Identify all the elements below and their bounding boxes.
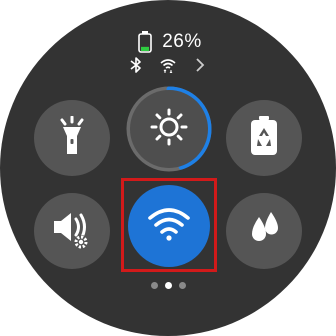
connectivity-row[interactable] — [0, 54, 336, 76]
sound-tile[interactable] — [34, 193, 110, 269]
power-saving-tile[interactable] — [226, 100, 302, 176]
watch-face: 26% — [0, 0, 336, 336]
wifi-status-icon — [159, 56, 177, 74]
sun-icon — [149, 107, 189, 152]
page-dot-active[interactable] — [164, 282, 172, 289]
water-drop-icon — [244, 209, 284, 254]
page-dot[interactable] — [178, 282, 186, 289]
flashlight-icon — [55, 115, 89, 161]
status-bar: 26% — [0, 30, 336, 54]
battery-icon — [134, 31, 156, 53]
speaker-gear-icon — [50, 207, 94, 256]
page-indicator — [0, 282, 336, 289]
water-lock-tile[interactable] — [226, 193, 302, 269]
battery-percent: 26% — [162, 31, 202, 52]
page-dot[interactable] — [150, 282, 158, 289]
bluetooth-icon — [127, 56, 145, 74]
battery-recycle-icon — [249, 115, 279, 162]
wifi-highlight-box — [121, 178, 217, 272]
chevron-right-icon[interactable] — [191, 56, 209, 74]
flashlight-tile[interactable] — [34, 100, 110, 176]
brightness-tile[interactable] — [130, 90, 208, 168]
